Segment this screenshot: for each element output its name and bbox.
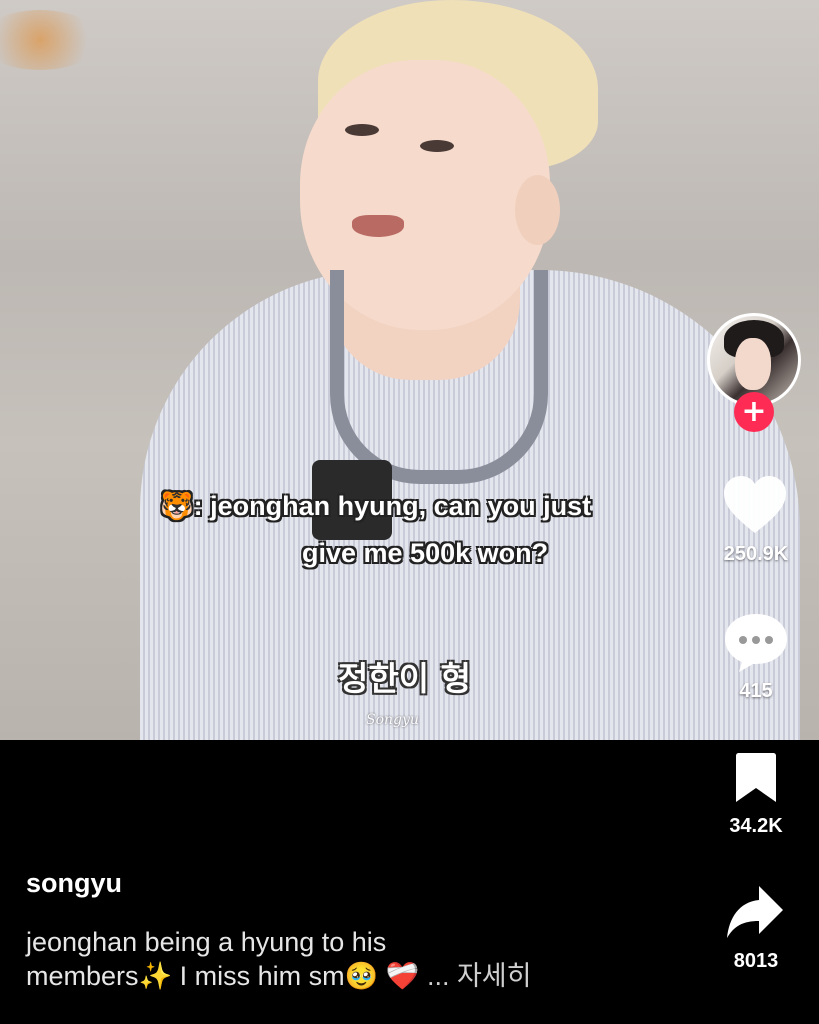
bookmark-icon[interactable]	[733, 752, 779, 804]
person-mouth	[352, 215, 404, 237]
comment-count: 415	[739, 680, 773, 702]
description-miss-him: I miss him sm	[172, 961, 345, 991]
post-description[interactable]: jeonghan being a hyung to his members✨ I…	[26, 925, 676, 993]
share-icon[interactable]	[725, 884, 785, 940]
pleading-face-emoji: 🥹	[344, 961, 379, 991]
caption-line-1: 🐯: jeonghan hyung, can you just	[160, 491, 592, 521]
person-eye-right	[420, 140, 454, 152]
share-count: 8013	[733, 950, 779, 972]
heart-icon[interactable]	[722, 475, 788, 535]
like-count: 250.9K	[723, 543, 789, 565]
person-eye-left	[345, 124, 379, 136]
avatar-face	[735, 338, 771, 390]
description-members: members	[26, 961, 139, 991]
caption-line-2: give me 500k won?	[302, 538, 549, 568]
creator-username[interactable]: songyu	[26, 868, 122, 899]
watermark: Songyu	[366, 712, 419, 728]
video-player[interactable]: 🐯: jeonghan hyung, can you just give me …	[0, 0, 819, 740]
korean-subtitle: 정한이 형	[338, 659, 471, 698]
save-count: 34.2K	[729, 815, 783, 837]
description-line-2: members✨ I miss him sm🥹 ❤️‍🩹 ... 자세히	[26, 959, 676, 993]
background-blur	[0, 10, 100, 70]
lanyard	[330, 270, 548, 484]
description-line-1: jeonghan being a hyung to his	[26, 927, 387, 957]
see-more-link[interactable]: ... 자세히	[427, 961, 532, 991]
follow-button[interactable]: +	[734, 392, 774, 432]
comment-icon[interactable]	[723, 612, 789, 674]
person-ear	[515, 175, 560, 245]
mending-heart-emoji: ❤️‍🩹	[385, 961, 420, 991]
sparkles-emoji: ✨	[138, 961, 173, 991]
